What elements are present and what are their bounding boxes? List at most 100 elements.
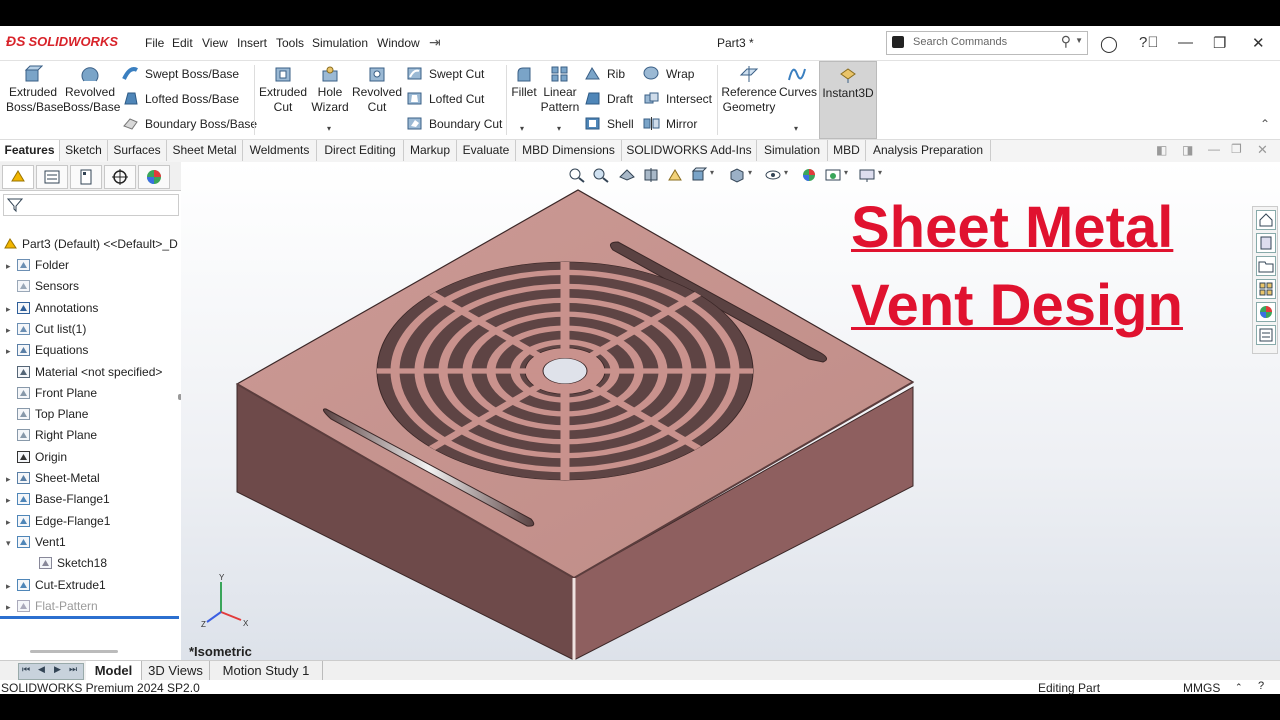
- display-manager-tab-icon[interactable]: [138, 165, 170, 189]
- tree-item-edge-flange1[interactable]: ▸ Edge-Flange1: [0, 511, 110, 531]
- solidworks-logo[interactable]: ƉS SOLIDWORKS: [6, 33, 118, 49]
- tree-item-sheet-metal[interactable]: ▸ Sheet-Metal: [0, 468, 100, 488]
- tab-markup[interactable]: Markup: [404, 140, 457, 161]
- chevron-down-icon[interactable]: ▾: [327, 124, 331, 133]
- minimize-icon[interactable]: —: [1178, 34, 1193, 51]
- chevron-down-icon[interactable]: ▾: [794, 124, 798, 133]
- menu-tools[interactable]: Tools: [276, 36, 304, 50]
- collapse-ribbon-icon[interactable]: ⌃: [1260, 117, 1270, 131]
- lofted-boss-button[interactable]: Lofted Boss/Base: [122, 91, 239, 106]
- tree-item-folder[interactable]: ▸ Folder: [0, 255, 69, 275]
- reference-geometry-button[interactable]: Reference Geometry: [720, 65, 778, 115]
- wrap-button[interactable]: Wrap: [643, 66, 694, 81]
- tree-item-sensors[interactable]: Sensors: [0, 276, 79, 296]
- tab-features[interactable]: Features: [0, 140, 60, 161]
- menu-edit[interactable]: Edit: [172, 36, 193, 50]
- dimxpert-tab-icon[interactable]: [104, 165, 136, 189]
- expand-arrow-icon[interactable]: ▾: [6, 533, 16, 553]
- revolved-cut-button[interactable]: Revolved Cut: [352, 65, 402, 115]
- file-explorer-icon[interactable]: [1256, 256, 1276, 276]
- tab-weldments[interactable]: Weldments: [243, 140, 317, 161]
- tree-item-front-plane[interactable]: Front Plane: [0, 383, 97, 403]
- unit-system[interactable]: MMGS: [1183, 681, 1220, 695]
- prev-tab-icon[interactable]: ◀: [38, 664, 45, 675]
- tab-surfaces[interactable]: Surfaces: [108, 140, 167, 161]
- chevron-down-icon[interactable]: ▼: [1075, 36, 1083, 45]
- first-tab-icon[interactable]: ⏮: [22, 664, 30, 675]
- mirror-button[interactable]: Mirror: [643, 116, 697, 131]
- swept-cut-button[interactable]: Swept Cut: [406, 66, 484, 81]
- shell-button[interactable]: Shell: [584, 116, 634, 131]
- expand-arrow-icon[interactable]: ▸: [6, 341, 16, 361]
- tab-sketch[interactable]: Sketch: [60, 140, 108, 161]
- tree-item-origin[interactable]: Origin: [0, 447, 67, 467]
- tab-3d-views[interactable]: 3D Views: [142, 661, 210, 680]
- tree-filter-input[interactable]: [3, 194, 179, 216]
- tree-item-equations[interactable]: ▸ Equations: [0, 340, 88, 360]
- expand-arrow-icon[interactable]: ▸: [6, 512, 16, 532]
- tab-direct-editing[interactable]: Direct Editing: [317, 140, 404, 161]
- boundary-boss-button[interactable]: Boundary Boss/Base: [122, 116, 257, 131]
- tree-item-base-flange1[interactable]: ▸ Base-Flange1: [0, 489, 110, 509]
- tree-item-flat-pattern[interactable]: ▸ Flat-Pattern: [0, 596, 98, 616]
- tree-item-cut-extrude1[interactable]: ▸ Cut-Extrude1: [0, 575, 106, 595]
- tile-right-icon[interactable]: ◨: [1182, 143, 1193, 157]
- doc-close-icon[interactable]: ✕: [1257, 142, 1268, 158]
- intersect-button[interactable]: Intersect: [643, 91, 712, 106]
- tree-item-material-not-specified[interactable]: Material <not specified>: [0, 362, 162, 382]
- boundary-cut-button[interactable]: Boundary Cut: [406, 116, 502, 131]
- expand-arrow-icon[interactable]: ▸: [6, 256, 16, 276]
- horizontal-scrollbar[interactable]: [30, 650, 118, 653]
- tab-evaluate[interactable]: Evaluate: [457, 140, 516, 161]
- units-chevron-icon[interactable]: ⌃: [1235, 680, 1243, 694]
- help-icon[interactable]: ?⃝: [1139, 34, 1159, 51]
- chevron-down-icon[interactable]: ▾: [520, 124, 524, 133]
- tab-simulation[interactable]: Simulation: [757, 140, 828, 161]
- tile-left-icon[interactable]: ◧: [1156, 143, 1167, 157]
- swept-boss-button[interactable]: Swept Boss/Base: [122, 66, 239, 81]
- extruded-boss-button[interactable]: Extruded Boss/Base: [6, 65, 63, 115]
- design-library-icon[interactable]: [1256, 233, 1276, 253]
- tree-item-right-plane[interactable]: Right Plane: [0, 425, 97, 445]
- expand-arrow-icon[interactable]: ▸: [6, 597, 16, 617]
- tab-solidworks-addins[interactable]: SOLIDWORKS Add-Ins: [622, 140, 757, 161]
- rib-button[interactable]: Rib: [584, 66, 625, 81]
- home-icon[interactable]: [1256, 210, 1276, 230]
- tab-analysis-preparation[interactable]: Analysis Preparation: [866, 140, 991, 161]
- view-palette-icon[interactable]: [1256, 279, 1276, 299]
- tree-item-cut-list-1[interactable]: ▸ Cut list(1): [0, 319, 86, 339]
- tree-item-top-plane[interactable]: Top Plane: [0, 404, 88, 424]
- menu-simulation[interactable]: Simulation: [312, 36, 368, 50]
- menu-window[interactable]: Window: [377, 36, 420, 50]
- tab-motion-study[interactable]: Motion Study 1: [210, 661, 323, 680]
- menu-insert[interactable]: Insert: [237, 36, 267, 50]
- user-icon[interactable]: ◯: [1100, 34, 1118, 54]
- appearances-icon[interactable]: [1256, 302, 1276, 322]
- expand-arrow-icon[interactable]: ▸: [6, 576, 16, 596]
- expand-arrow-icon[interactable]: ▸: [6, 490, 16, 510]
- revolved-boss-button[interactable]: Revolved Boss/Base: [63, 65, 120, 115]
- expand-arrow-icon[interactable]: ▸: [6, 469, 16, 489]
- extruded-cut-button[interactable]: Extruded Cut: [257, 65, 309, 115]
- tree-item-sketch18[interactable]: Sketch18: [22, 553, 107, 573]
- graphics-area[interactable]: ▾ ▾ ▾ ▾ ▾ Sheet Metal Vent Design Y X Z …: [181, 162, 1280, 660]
- linear-pattern-button[interactable]: Linear Pattern: [540, 65, 580, 115]
- expand-arrow-icon[interactable]: ▸: [6, 320, 16, 340]
- tree-item-annotations[interactable]: ▸ Annotations: [0, 298, 98, 318]
- instant3d-button[interactable]: Instant3D: [819, 61, 877, 139]
- close-icon[interactable]: ✕: [1252, 34, 1265, 52]
- tab-scroll-arrows[interactable]: ⏮ ◀ ▶ ⏭: [18, 663, 84, 680]
- featuremanager-tab-icon[interactable]: [2, 165, 34, 189]
- expand-arrow-icon[interactable]: ▸: [6, 299, 16, 319]
- draft-button[interactable]: Draft: [584, 91, 633, 106]
- tree-root-part[interactable]: Part3 (Default) <<Default>_D: [3, 234, 178, 254]
- next-tab-icon[interactable]: ▶: [54, 664, 61, 675]
- doc-restore-icon[interactable]: ❐: [1231, 142, 1242, 156]
- doc-minimize-icon[interactable]: —: [1208, 142, 1220, 156]
- tab-model[interactable]: Model: [86, 661, 142, 680]
- tab-mbd-dimensions[interactable]: MBD Dimensions: [516, 140, 622, 161]
- custom-properties-icon[interactable]: [1256, 325, 1276, 345]
- chevron-down-icon[interactable]: ▾: [557, 124, 561, 133]
- propertymanager-tab-icon[interactable]: [36, 165, 68, 189]
- restore-icon[interactable]: ❐: [1213, 34, 1226, 52]
